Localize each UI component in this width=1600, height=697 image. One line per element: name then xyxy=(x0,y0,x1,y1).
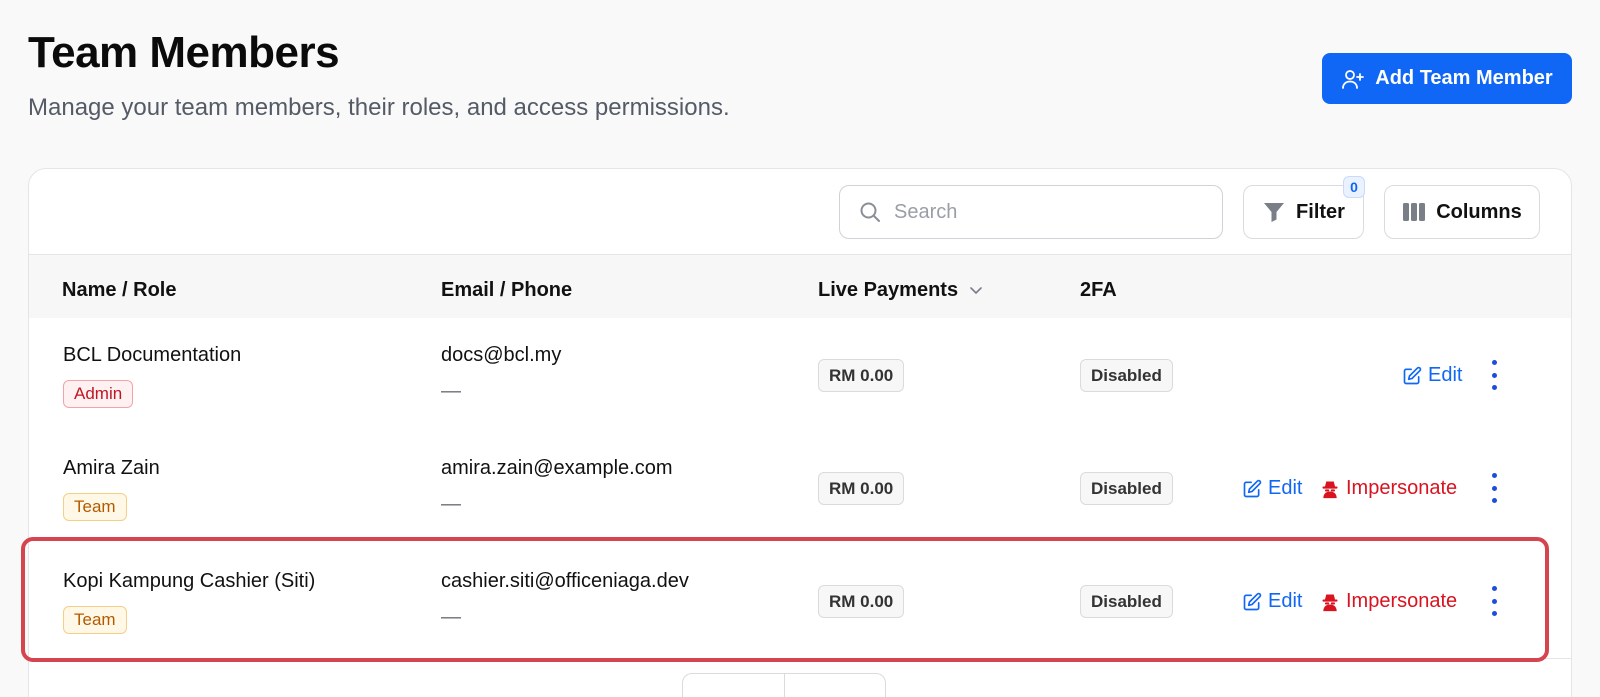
twofa-status-badge: Disabled xyxy=(1080,359,1173,392)
member-phone: — xyxy=(441,380,461,402)
member-name: BCL Documentation xyxy=(63,344,242,366)
member-email: amira.zain@example.com xyxy=(441,457,673,479)
edit-button[interactable]: Edit xyxy=(1402,359,1462,392)
edit-label: Edit xyxy=(1428,364,1463,386)
table-row: BCL Documentation Admin docs@bcl.my — RM… xyxy=(29,318,1571,433)
more-actions-icon[interactable] xyxy=(1485,473,1503,503)
more-actions-icon[interactable] xyxy=(1485,360,1503,390)
impersonate-label: Impersonate xyxy=(1346,590,1458,612)
edit-label: Edit xyxy=(1268,477,1303,499)
column-header-live-payments[interactable]: Live Payments xyxy=(818,255,984,325)
columns-label: Columns xyxy=(1436,200,1522,223)
filter-count-badge: 0 xyxy=(1343,176,1365,198)
member-email: cashier.siti@officeniaga.dev xyxy=(441,570,689,592)
pagination-previous[interactable] xyxy=(683,674,784,697)
member-name: Amira Zain xyxy=(63,457,160,479)
table-row: Kopi Kampung Cashier (Siti) Team cashier… xyxy=(29,544,1571,659)
add-team-member-button[interactable]: Add Team Member xyxy=(1322,53,1572,104)
edit-icon xyxy=(1243,592,1262,610)
search-box[interactable] xyxy=(839,185,1223,239)
filter-icon xyxy=(1264,203,1285,222)
twofa-status-badge: Disabled xyxy=(1080,585,1173,618)
edit-button[interactable]: Edit xyxy=(1242,585,1302,618)
member-phone: — xyxy=(441,606,461,628)
edit-icon xyxy=(1403,366,1422,384)
edit-button[interactable]: Edit xyxy=(1242,472,1302,505)
search-input[interactable] xyxy=(894,200,1194,224)
live-payments-value: RM 0.00 xyxy=(818,472,905,505)
columns-icon xyxy=(1403,203,1426,221)
user-plus-icon xyxy=(1342,69,1365,89)
filter-label: Filter xyxy=(1296,200,1345,223)
add-team-member-label: Add Team Member xyxy=(1375,67,1553,89)
column-header-2fa: 2FA xyxy=(1080,278,1117,301)
table-header: Name / Role Email / Phone Live Payments … xyxy=(29,255,1571,325)
impersonate-button[interactable]: Impersonate xyxy=(1320,472,1457,505)
chevron-down-icon xyxy=(970,287,982,295)
edit-icon xyxy=(1243,479,1262,497)
member-phone: — xyxy=(441,493,461,515)
filter-button[interactable]: Filter 0 xyxy=(1243,176,1365,239)
spy-icon xyxy=(1322,481,1338,498)
role-badge: Admin xyxy=(63,380,134,408)
table-row: Amira Zain Team amira.zain@example.com —… xyxy=(29,431,1571,546)
team-members-card: Filter 0 Columns Name / Role Email / Pho… xyxy=(28,168,1572,697)
live-payments-value: RM 0.00 xyxy=(818,359,905,392)
pagination xyxy=(682,673,886,697)
member-email: docs@bcl.my xyxy=(441,344,562,366)
column-header-name-role: Name / Role xyxy=(62,278,177,301)
edit-label: Edit xyxy=(1268,590,1303,612)
role-badge: Team xyxy=(63,493,127,521)
spy-icon xyxy=(1322,594,1338,611)
columns-button[interactable]: Columns xyxy=(1384,185,1540,239)
table-toolbar: Filter 0 Columns xyxy=(29,169,1571,255)
member-name: Kopi Kampung Cashier (Siti) xyxy=(63,570,316,592)
page-subtitle: Manage your team members, their roles, a… xyxy=(28,94,730,121)
live-payments-value: RM 0.00 xyxy=(818,585,905,618)
search-icon xyxy=(860,202,880,222)
column-header-email-phone: Email / Phone xyxy=(441,278,573,301)
more-actions-icon[interactable] xyxy=(1485,586,1503,616)
page-title: Team Members xyxy=(28,28,340,77)
pagination-next[interactable] xyxy=(783,674,886,697)
impersonate-button[interactable]: Impersonate xyxy=(1320,585,1457,618)
twofa-status-badge: Disabled xyxy=(1080,472,1173,505)
impersonate-label: Impersonate xyxy=(1346,477,1458,499)
role-badge: Team xyxy=(63,606,127,634)
